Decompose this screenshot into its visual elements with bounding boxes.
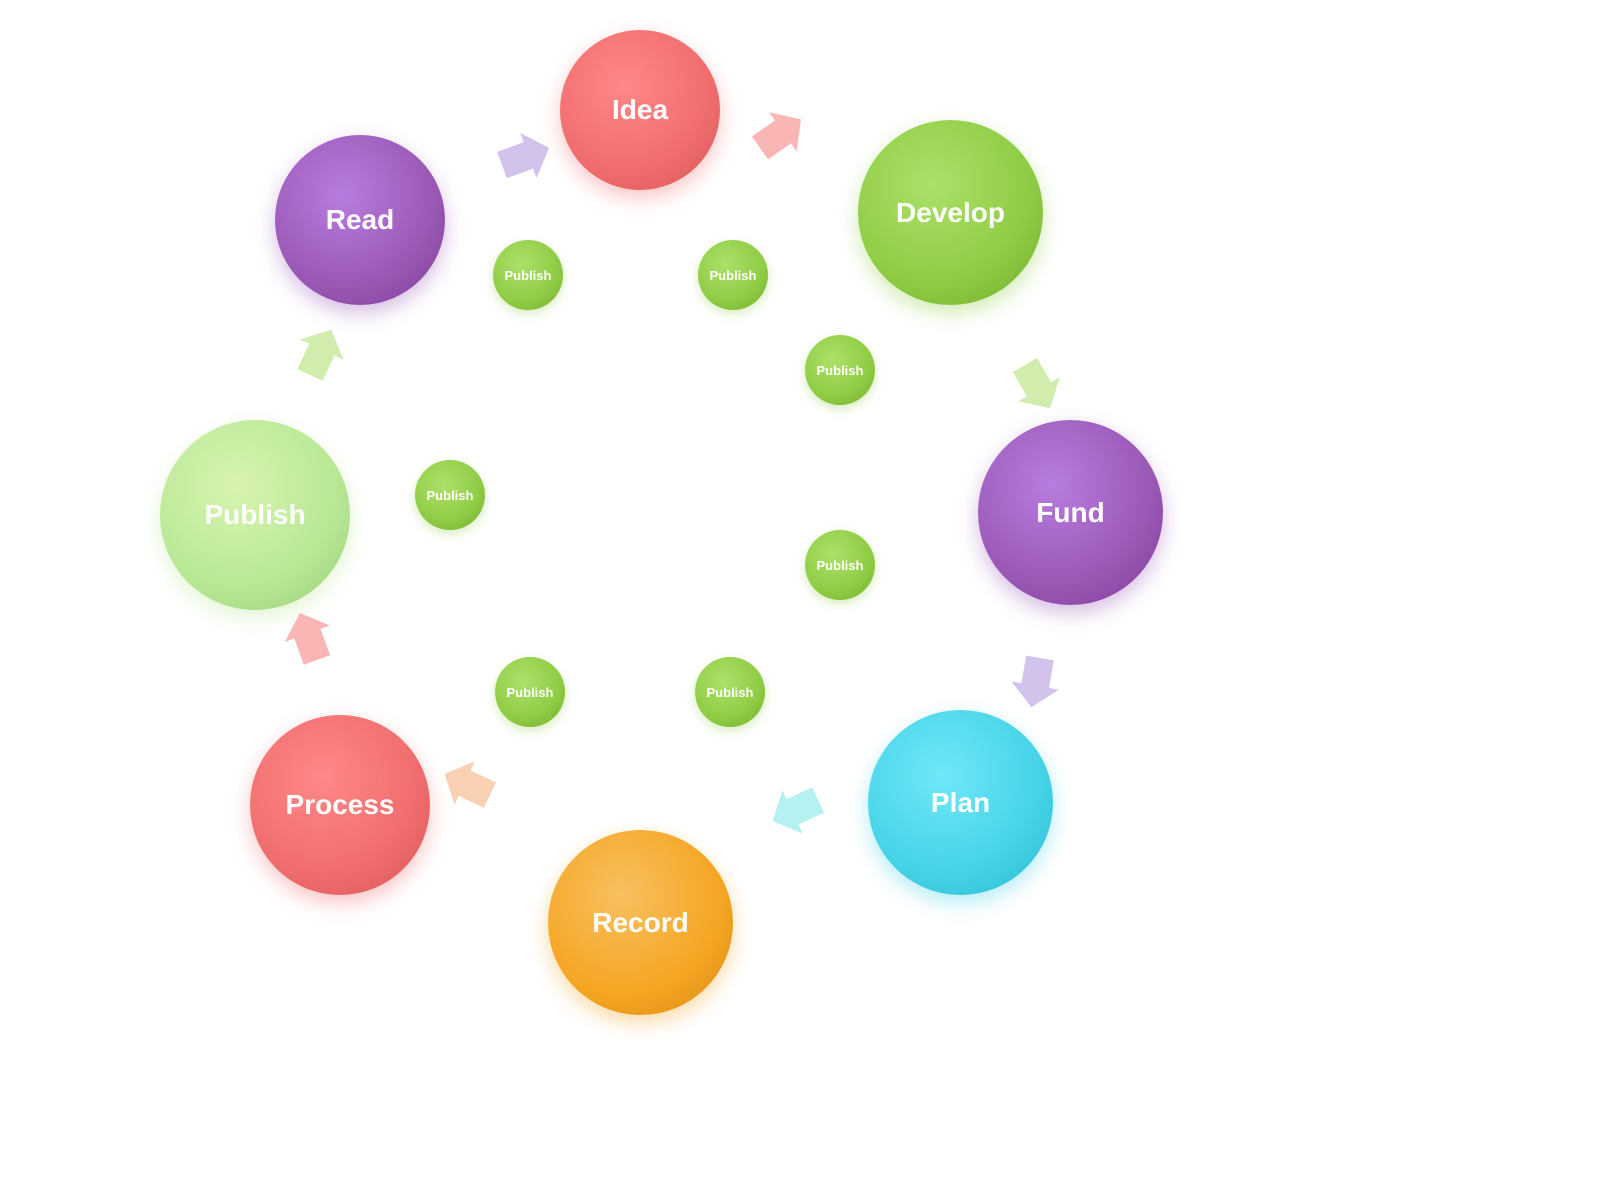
small-node-2[interactable]: Publish — [698, 240, 768, 310]
node-idea[interactable]: Idea — [560, 30, 720, 190]
small-node-7[interactable]: Publish — [495, 657, 565, 727]
node-plan[interactable]: Plan — [868, 710, 1053, 895]
small-node-3[interactable]: Publish — [805, 335, 875, 405]
node-process[interactable]: Process — [250, 715, 430, 895]
small-node-5[interactable]: Publish — [415, 460, 485, 530]
small-node-6[interactable]: Publish — [695, 657, 765, 727]
node-develop[interactable]: Develop — [858, 120, 1043, 305]
diagram-container: Idea Develop Fund Plan Record Process Pu… — [0, 0, 1600, 1200]
node-fund[interactable]: Fund — [978, 420, 1163, 605]
node-publish[interactable]: Publish — [160, 420, 350, 610]
node-read[interactable]: Read — [275, 135, 445, 305]
small-node-1[interactable]: Publish — [493, 240, 563, 310]
small-node-4[interactable]: Publish — [805, 530, 875, 600]
node-record[interactable]: Record — [548, 830, 733, 1015]
